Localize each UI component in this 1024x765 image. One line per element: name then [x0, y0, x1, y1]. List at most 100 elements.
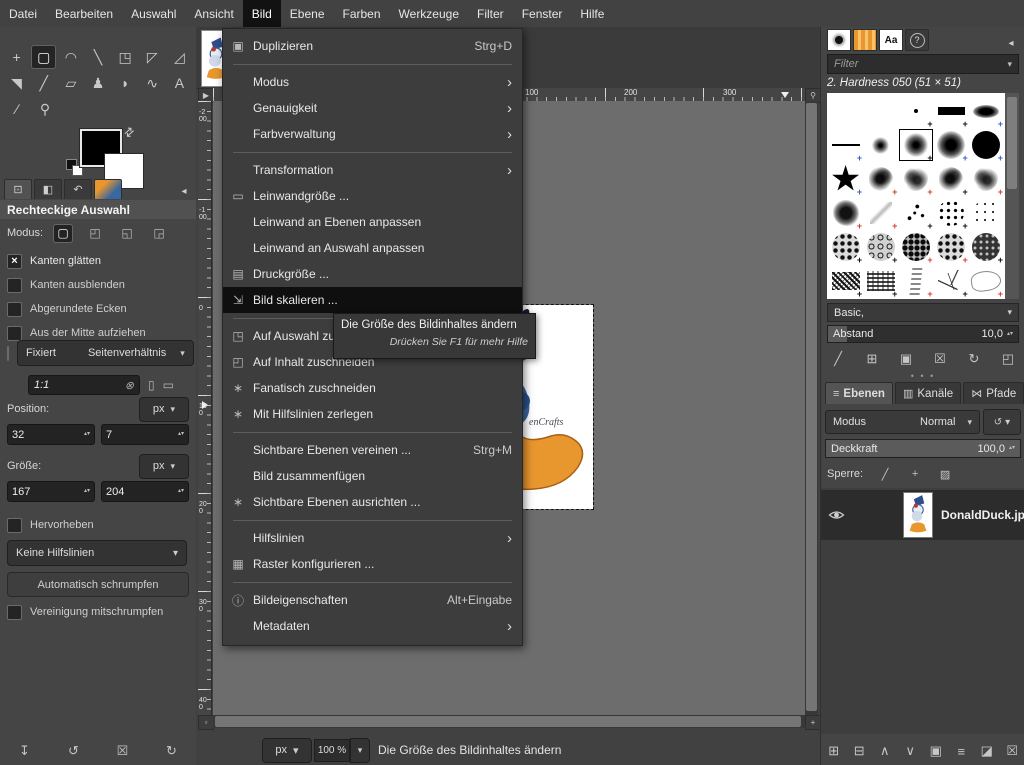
- collapse-dock-icon[interactable]: ◂: [176, 183, 192, 199]
- lock-pixels-icon[interactable]: ╱: [877, 466, 893, 482]
- brush-swatch[interactable]: +: [969, 230, 1004, 264]
- add-mode-button[interactable]: ◰: [85, 224, 105, 243]
- brush-swatch[interactable]: +: [934, 94, 969, 128]
- checked-checkbox[interactable]: ×: [7, 254, 22, 269]
- brush-swatch[interactable]: +: [969, 264, 1004, 298]
- menu-item-transformation[interactable]: Transformation›: [223, 157, 522, 183]
- clone-tool-button[interactable]: ♟: [85, 71, 110, 95]
- menu-item-fanatisch-zuschneiden[interactable]: ∗Fanatisch zuschneiden: [223, 375, 522, 401]
- brush-swatch[interactable]: +: [828, 162, 863, 196]
- menu-item-leinwand-an-ebenen-anpassen[interactable]: Leinwand an Ebenen anpassen: [223, 209, 522, 235]
- status-zoom-dropdown[interactable]: ▾: [350, 738, 370, 763]
- unchecked-checkbox[interactable]: [7, 302, 22, 317]
- brush-swatch[interactable]: +: [863, 230, 898, 264]
- paintbrush-tool-button[interactable]: ╱: [31, 71, 56, 95]
- brush-swatch[interactable]: +: [863, 196, 898, 230]
- spinner-arrows-icon[interactable]: ▴▾: [178, 432, 184, 437]
- tab-patterns[interactable]: [853, 29, 877, 51]
- tab-fonts[interactable]: Aa: [879, 29, 903, 51]
- tab-undo-history[interactable]: ↶: [64, 179, 92, 199]
- menubar-item-filter[interactable]: Filter: [468, 0, 513, 27]
- horizontal-scrollbar[interactable]: [213, 715, 805, 728]
- highlight-option[interactable]: Hervorheben: [7, 513, 189, 537]
- layer-mode-reset-button[interactable]: ↺ ▾: [983, 409, 1021, 435]
- size-width-input[interactable]: 167 ▴▾: [7, 481, 95, 502]
- lock-position-icon[interactable]: +: [907, 466, 923, 482]
- spinner-arrows-icon[interactable]: ▴▾: [84, 489, 90, 494]
- menubar-item-ansicht[interactable]: Ansicht: [185, 0, 242, 27]
- status-unit-dropdown[interactable]: px ▾: [262, 738, 312, 763]
- duplicate-brush-button[interactable]: ▣: [895, 349, 917, 369]
- new-brush-button[interactable]: ⊞: [861, 349, 883, 369]
- menubar-item-auswahl[interactable]: Auswahl: [122, 0, 185, 27]
- horizontal-scrollbar-thumb[interactable]: [215, 716, 801, 727]
- brush-swatch[interactable]: +: [898, 230, 933, 264]
- brush-swatch[interactable]: +: [863, 162, 898, 196]
- brush-swatch[interactable]: +: [934, 264, 969, 298]
- menu-item-druckgröße[interactable]: ▤Druckgröße ...: [223, 261, 522, 287]
- brush-swatch[interactable]: [863, 94, 898, 128]
- clear-icon[interactable]: ⊗: [125, 379, 134, 392]
- tab-tool-options[interactable]: ⊡: [4, 179, 32, 199]
- brush-swatch[interactable]: +: [934, 230, 969, 264]
- handle-transform-tool-button[interactable]: ◿: [167, 45, 192, 69]
- menu-item-raster-konfigurieren[interactable]: ▦Raster konfigurieren ...: [223, 551, 522, 577]
- tool-option-row[interactable]: Kanten ausblenden: [7, 273, 189, 297]
- brush-swatch[interactable]: [828, 94, 863, 128]
- new-layer-group-button[interactable]: ⊟: [848, 741, 870, 761]
- menu-item-hilfslinien[interactable]: Hilfslinien›: [223, 525, 522, 551]
- brush-grid-scrollbar[interactable]: [1005, 93, 1019, 299]
- save-tool-preset-button[interactable]: ↧: [14, 741, 36, 761]
- subtract-mode-button[interactable]: ◱: [117, 224, 137, 243]
- menubar-item-bearbeiten[interactable]: Bearbeiten: [46, 0, 122, 27]
- brush-swatch[interactable]: +: [934, 196, 969, 230]
- tab-pfade[interactable]: ⋈Pfade: [963, 382, 1024, 404]
- edit-brush-button[interactable]: ╱: [827, 349, 849, 369]
- size-unit-dropdown[interactable]: px ▾: [139, 454, 189, 479]
- menubar-item-ebene[interactable]: Ebene: [281, 0, 334, 27]
- text-tool-button[interactable]: A: [167, 71, 192, 95]
- open-brush-as-image-button[interactable]: ◰: [997, 349, 1019, 369]
- position-x-input[interactable]: 32 ▴▾: [7, 424, 95, 445]
- brush-swatch[interactable]: +: [934, 128, 969, 162]
- auto-shrink-button[interactable]: Automatisch schrumpfen: [7, 572, 189, 597]
- quick-mask-button[interactable]: ▫: [198, 715, 214, 730]
- spinner-arrows-icon[interactable]: ▴▾: [84, 432, 90, 437]
- smudge-tool-button[interactable]: ◗: [113, 71, 138, 95]
- layer-visibility-toggle[interactable]: [821, 509, 853, 521]
- tab-brushes[interactable]: [827, 29, 851, 51]
- spinner-arrows-icon[interactable]: ▴▾: [1009, 446, 1015, 451]
- rectangle-select-tool-button[interactable]: ▢: [31, 45, 56, 69]
- menubar-item-werkzeuge[interactable]: Werkzeuge: [390, 0, 468, 27]
- brush-swatch[interactable]: [969, 196, 1004, 230]
- lock-alpha-icon[interactable]: ▨: [937, 466, 953, 482]
- landscape-icon[interactable]: ▭: [163, 378, 174, 392]
- spinner-arrows-icon[interactable]: ▴▾: [1007, 332, 1013, 337]
- delete-tool-preset-button[interactable]: ☒: [112, 741, 134, 761]
- delete-brush-button[interactable]: ☒: [929, 349, 951, 369]
- brush-swatch[interactable]: +: [898, 94, 933, 128]
- restore-tool-preset-button[interactable]: ↺: [63, 741, 85, 761]
- menubar-item-farben[interactable]: Farben: [334, 0, 390, 27]
- bucket-fill-tool-button[interactable]: ◥: [4, 71, 29, 95]
- menubar-item-fenster[interactable]: Fenster: [513, 0, 572, 27]
- size-height-input[interactable]: 204 ▴▾: [101, 481, 189, 502]
- tab-brush-editor[interactable]: [94, 179, 122, 199]
- brush-swatch[interactable]: [863, 128, 898, 162]
- brush-group-dropdown[interactable]: Basic, ▾: [827, 303, 1019, 322]
- brush-swatch[interactable]: +: [828, 196, 863, 230]
- crop-tool-button[interactable]: ◳: [113, 45, 138, 69]
- brush-swatch[interactable]: +: [898, 264, 933, 298]
- menu-item-leinwandgröße[interactable]: ▭Leinwandgröße ...: [223, 183, 522, 209]
- shrink-merged-option[interactable]: Vereinigung mitschrumpfen: [7, 600, 189, 624]
- menu-item-genauigkeit[interactable]: Genauigkeit›: [223, 95, 522, 121]
- merge-layer-button[interactable]: ≡: [950, 741, 972, 761]
- menu-item-bild-skalieren[interactable]: ⇲Bild skalieren ...: [223, 287, 522, 313]
- navigation-button[interactable]: +: [805, 715, 821, 730]
- menu-item-sichtbare-ebenen-ausrichten[interactable]: ∗Sichtbare Ebenen ausrichten ...: [223, 489, 522, 515]
- replace-mode-button[interactable]: ▢: [53, 224, 73, 243]
- new-layer-button[interactable]: ⊞: [823, 741, 845, 761]
- tab-help[interactable]: ?: [905, 29, 929, 51]
- tool-option-row[interactable]: ×Kanten glätten: [7, 249, 189, 273]
- status-zoom-value[interactable]: 100 %: [314, 739, 350, 762]
